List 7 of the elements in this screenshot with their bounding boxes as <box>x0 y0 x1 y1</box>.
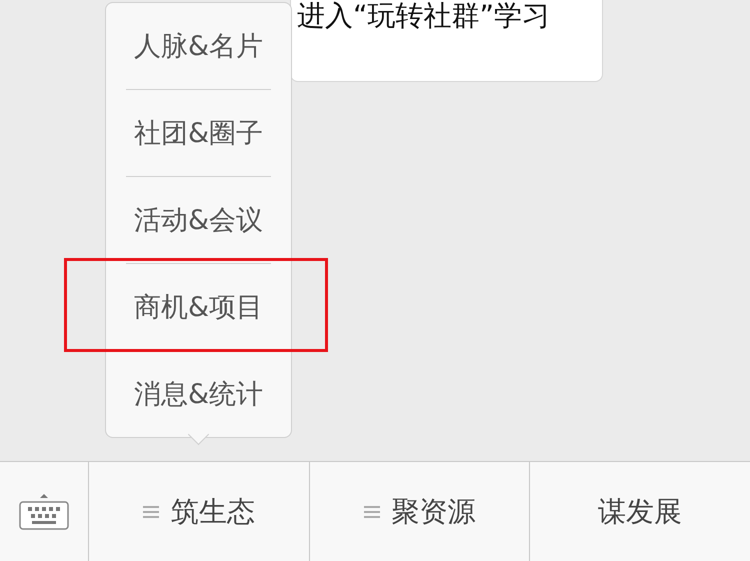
menu-item[interactable]: 人脉&名片 <box>126 3 271 90</box>
menu-item[interactable]: 活动&会议 <box>126 177 271 264</box>
menu-item[interactable]: 社团&圈子 <box>126 90 271 177</box>
menu-item[interactable]: 商机&项目 <box>126 264 271 351</box>
message-text: 进入“玩转社群”学习 <box>297 0 550 32</box>
keyboard-icon[interactable] <box>18 492 70 530</box>
menu-item[interactable]: 消息&统计 <box>126 351 271 437</box>
